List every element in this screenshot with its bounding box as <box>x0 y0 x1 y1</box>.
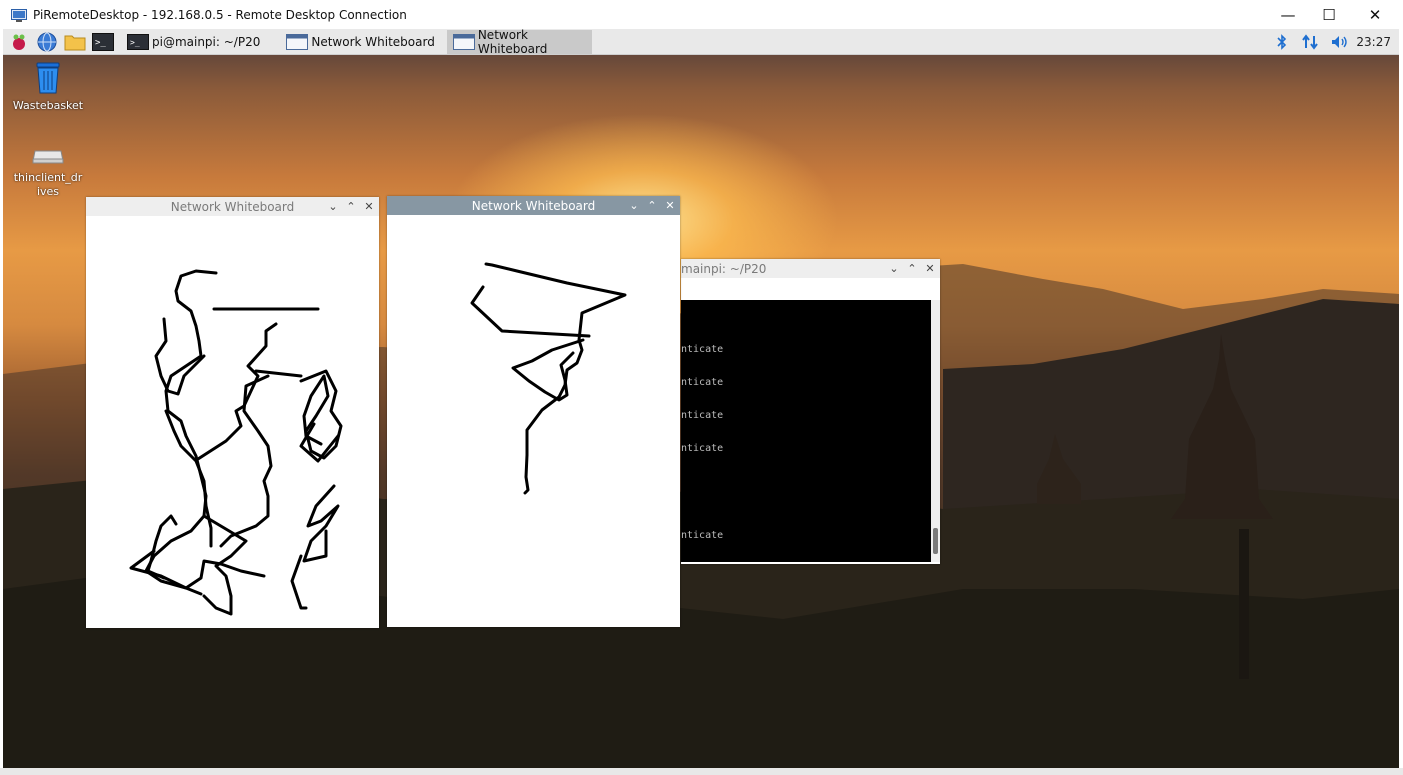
maximize-button[interactable]: ☐ <box>1306 0 1352 29</box>
clock[interactable]: 23:27 <box>1356 35 1391 49</box>
terminal-line: nticate <box>681 377 724 388</box>
window-maximize-button[interactable]: ⌃ <box>345 200 357 213</box>
window-icon <box>452 33 475 50</box>
window-title: Network Whiteboard <box>170 199 295 214</box>
desktop-icon-thinclient-drives[interactable]: thinclient_drives <box>8 141 88 199</box>
volume-icon[interactable] <box>1329 29 1351 55</box>
terminal-output[interactable]: nticate nticate nticate nticate nticate <box>681 300 931 562</box>
taskbar-item-label: Network Whiteboard <box>311 34 435 49</box>
whiteboard-titlebar[interactable]: Network Whiteboard ⌄ ⌃ ✕ <box>387 196 680 215</box>
terminal-line: nticate <box>681 443 724 454</box>
taskbar-item-label: pi@mainpi: ~/P20 <box>152 34 261 49</box>
whiteboard-window-2[interactable]: Network Whiteboard ⌄ ⌃ ✕ <box>387 196 680 627</box>
drive-icon <box>8 141 88 165</box>
whiteboard-canvas[interactable] <box>387 215 680 627</box>
close-button[interactable]: ✕ <box>1352 0 1398 29</box>
window-icon <box>286 33 309 50</box>
window-close-button[interactable]: ✕ <box>664 199 676 212</box>
terminal-scrollbar[interactable] <box>931 300 940 562</box>
whiteboard-drawing <box>129 269 343 616</box>
desktop-icon-wastebasket[interactable]: Wastebasket <box>8 61 88 113</box>
window-close-button[interactable]: ✕ <box>924 262 936 275</box>
window-minimize-button[interactable]: ⌄ <box>327 200 339 213</box>
rdp-right-border <box>1399 29 1403 768</box>
terminal-line: nticate <box>681 344 724 355</box>
desktop-icon-label: thinclient_drives <box>13 171 83 198</box>
terminal-titlebar[interactable]: mainpi: ~/P20 ⌄ ⌃ ✕ <box>681 259 940 278</box>
taskbar-item-whiteboard-1[interactable]: Network Whiteboard <box>280 30 440 54</box>
whiteboard-drawing <box>470 262 627 495</box>
svg-text:>_: >_ <box>95 38 106 48</box>
remote-desktop-icon <box>11 8 27 22</box>
terminal-window[interactable]: mainpi: ~/P20 ⌄ ⌃ ✕ nticate nticate ntic… <box>681 259 940 564</box>
terminal-icon[interactable]: >_ <box>91 31 115 53</box>
rdp-titlebar: PiRemoteDesktop - 192.168.0.5 - Remote D… <box>0 0 1403 29</box>
terminal-line: nticate <box>681 410 724 421</box>
remote-desktop[interactable]: >_ >_ pi@mainpi: ~/P20 Network Whiteboar… <box>3 29 1399 768</box>
network-icon[interactable] <box>1299 29 1321 55</box>
desktop-icon-label: Wastebasket <box>12 99 84 112</box>
whiteboard-titlebar[interactable]: Network Whiteboard ⌄ ⌃ ✕ <box>86 197 379 216</box>
whiteboard-canvas[interactable] <box>86 216 379 628</box>
terminal-line: nticate <box>681 530 724 541</box>
window-minimize-button[interactable]: ⌄ <box>888 262 900 275</box>
window-title: mainpi: ~/P20 <box>681 261 767 276</box>
rdp-window-title: PiRemoteDesktop - 192.168.0.5 - Remote D… <box>33 7 407 22</box>
window-minimize-button[interactable]: ⌄ <box>628 199 640 212</box>
taskbar-item-label: Network Whiteboard <box>477 29 548 56</box>
window-maximize-button[interactable]: ⌃ <box>646 199 658 212</box>
whiteboard-window-1[interactable]: Network Whiteboard ⌄ ⌃ ✕ <box>86 197 379 628</box>
terminal-icon: >_ <box>127 33 149 50</box>
minimize-button[interactable]: — <box>1265 0 1311 29</box>
rdp-bottom-border <box>0 768 1403 775</box>
taskbar-item-whiteboard-2[interactable]: Network Whiteboard <box>446 29 592 56</box>
bluetooth-icon[interactable] <box>1273 29 1291 55</box>
web-browser-icon[interactable] <box>35 31 59 53</box>
taskbar-item-terminal[interactable]: >_ pi@mainpi: ~/P20 <box>121 30 266 54</box>
window-maximize-button[interactable]: ⌃ <box>906 262 918 275</box>
file-manager-icon[interactable] <box>63 31 87 53</box>
scrollbar-thumb[interactable] <box>933 528 938 554</box>
window-title: Network Whiteboard <box>471 198 596 213</box>
wastebasket-icon <box>8 61 88 95</box>
taskbar-panel: >_ >_ pi@mainpi: ~/P20 Network Whiteboar… <box>3 29 1399 56</box>
raspberry-menu-icon[interactable] <box>7 31 31 53</box>
svg-text:>_: >_ <box>130 38 140 47</box>
window-close-button[interactable]: ✕ <box>363 200 375 213</box>
